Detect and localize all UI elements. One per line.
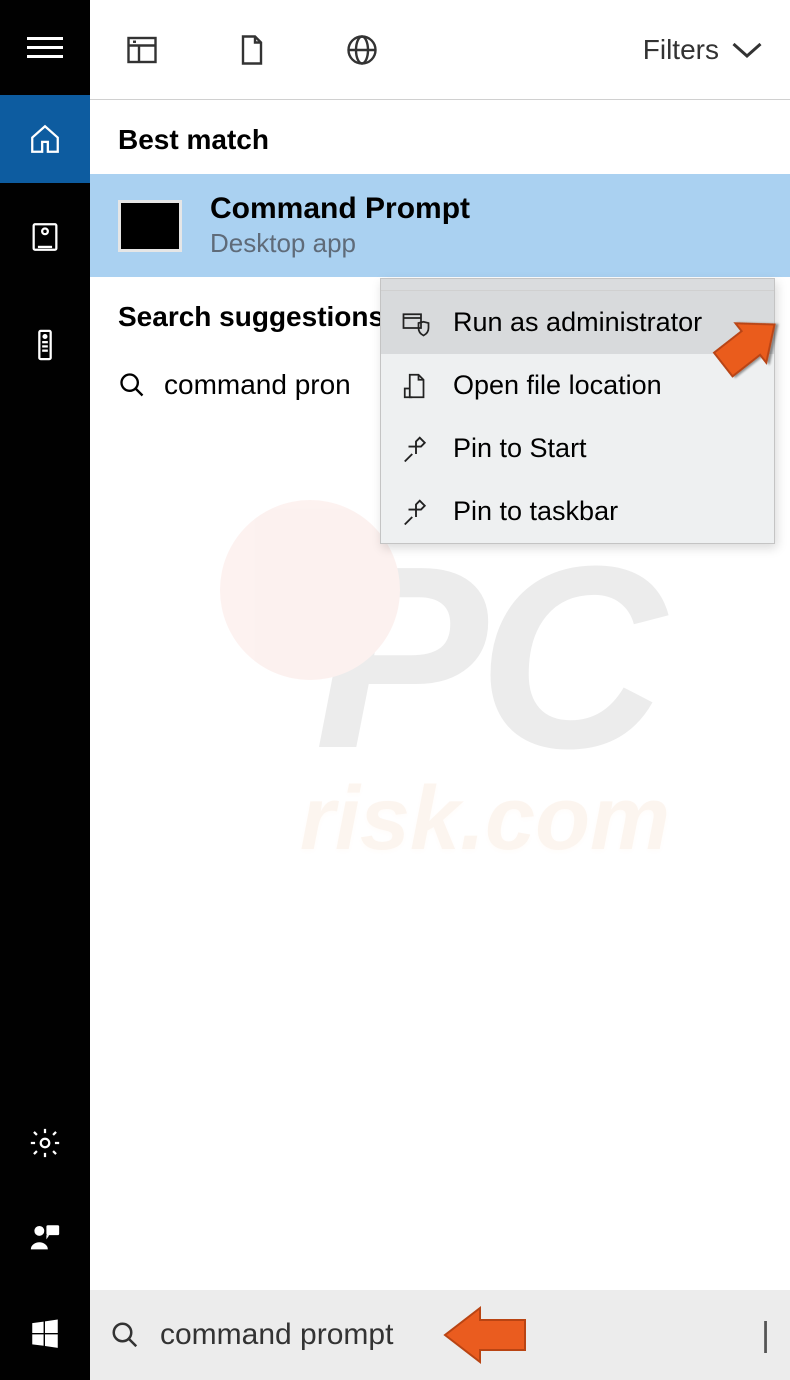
ctx-item-label: Open file location (453, 370, 662, 401)
search-category-tabs: Filters (90, 0, 790, 100)
chevron-down-icon (729, 32, 765, 68)
pin-icon (401, 434, 431, 464)
search-bar[interactable]: | (90, 1290, 790, 1380)
ctx-open-file-location[interactable]: Open file location (381, 354, 774, 417)
search-input[interactable] (160, 1318, 755, 1352)
hamburger-menu-button[interactable] (0, 0, 90, 95)
best-match-result[interactable]: Command Prompt Desktop app (90, 174, 790, 277)
best-match-header: Best match (90, 100, 790, 174)
result-title: Command Prompt (210, 192, 470, 226)
search-icon (110, 1320, 140, 1350)
ctx-run-as-administrator[interactable]: Run as administrator (381, 291, 774, 354)
admin-shield-icon (401, 308, 431, 338)
result-subtitle: Desktop app (210, 228, 470, 259)
suggestion-text: command pron (164, 369, 351, 401)
globe-icon (344, 32, 380, 68)
context-menu-grip (381, 279, 774, 291)
home-icon (28, 122, 62, 156)
gear-icon (28, 1126, 62, 1160)
sidebar-feedback[interactable] (0, 1190, 90, 1285)
sidebar-home[interactable] (0, 95, 90, 183)
start-sidebar (0, 0, 90, 1380)
text-cursor: | (761, 1316, 770, 1355)
sidebar-collections[interactable] (0, 183, 90, 291)
file-location-icon (401, 371, 431, 401)
ctx-item-label: Pin to taskbar (453, 496, 618, 527)
context-menu: Run as administrator Open file location … (380, 278, 775, 544)
apps-icon (124, 32, 160, 68)
document-icon (234, 32, 270, 68)
search-icon (118, 371, 146, 399)
filters-dropdown[interactable]: Filters (643, 32, 765, 68)
sidebar-settings[interactable] (0, 1095, 90, 1190)
sidebar-remote[interactable] (0, 291, 90, 399)
tab-documents[interactable] (224, 22, 279, 77)
ctx-item-label: Pin to Start (453, 433, 587, 464)
command-prompt-icon (118, 200, 182, 252)
sidebar-start-button[interactable] (0, 1285, 90, 1380)
people-chat-icon (28, 1221, 62, 1255)
search-panel: Filters Best match Command Prompt Deskto… (90, 0, 790, 1380)
ctx-pin-to-start[interactable]: Pin to Start (381, 417, 774, 480)
remote-icon (28, 328, 62, 362)
ctx-item-label: Run as administrator (453, 307, 702, 338)
filters-label: Filters (643, 34, 719, 66)
tab-web[interactable] (334, 22, 389, 77)
pin-icon (401, 497, 431, 527)
ctx-pin-to-taskbar[interactable]: Pin to taskbar (381, 480, 774, 543)
windows-logo-icon (28, 1316, 62, 1350)
hamburger-icon (27, 31, 63, 64)
photo-icon (28, 220, 62, 254)
tab-apps[interactable] (114, 22, 169, 77)
